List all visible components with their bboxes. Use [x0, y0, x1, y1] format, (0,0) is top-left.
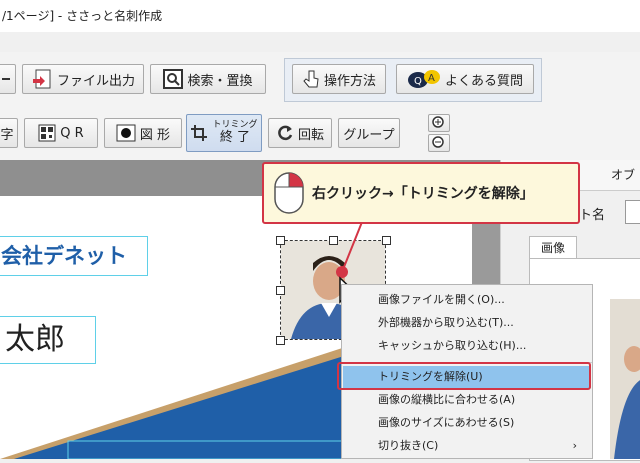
title-bar: /1ページ] - ささっと名刺作成 [0, 0, 640, 32]
trimming-end-text: トリミング 終 了 [212, 120, 257, 145]
rotate-icon [278, 125, 293, 141]
qa-icon: Q A [407, 70, 440, 88]
text-button-label: 字 [0, 127, 14, 143]
faq-button[interactable]: Q A よくある質問 [396, 64, 534, 94]
shape-icon [116, 124, 136, 142]
menu-item-import-device[interactable]: 外部機器から取り込む(T)... [343, 312, 591, 334]
menu-item-label: 画像のサイズにあわせる(S) [378, 416, 515, 429]
person-name-box[interactable]: 太郎 [0, 316, 96, 364]
svg-text:Q: Q [414, 76, 422, 87]
crop-icon [191, 125, 208, 141]
zoom-out-button[interactable] [428, 134, 450, 152]
qr-button[interactable]: Q R [24, 118, 98, 148]
dash-icon [2, 78, 10, 80]
shape-button[interactable]: 図 形 [104, 118, 182, 148]
search-replace-button[interactable]: 検索・置換 [150, 64, 266, 94]
callout-text: 右クリック→「トリミングを解除」 [312, 186, 534, 202]
menu-item-fit-aspect-ratio[interactable]: 画像の縦横比に合わせる(A) [343, 389, 591, 411]
zoom-in-button[interactable] [428, 114, 450, 132]
zoom-in-icon [432, 116, 444, 128]
menu-item-import-cache[interactable]: キャッシュから取り込む(H)... [343, 335, 591, 357]
resize-handle[interactable] [276, 286, 285, 295]
menu-item-label: 画像ファイルを開く(O)... [378, 293, 505, 306]
company-name-box[interactable]: 会社デネット [0, 236, 148, 276]
file-output-button[interactable]: ファイル出力 [22, 64, 144, 94]
text-button-partial[interactable]: 字 [0, 118, 18, 148]
mouse-right-click-icon [274, 172, 304, 214]
menu-item-label: 画像の縦横比に合わせる(A) [378, 393, 516, 406]
search-icon [163, 69, 184, 89]
qr-code-icon [38, 124, 56, 142]
menu-item-open-image[interactable]: 画像ファイルを開く(O)... [343, 289, 591, 311]
menu-item-label: 外部機器から取り込む(T)... [378, 316, 514, 329]
submenu-arrow-icon: › [572, 439, 577, 452]
rotate-button[interactable]: 回転 [268, 118, 332, 148]
shape-label: 図 形 [139, 127, 171, 143]
faq-label: よくある質問 [444, 73, 523, 89]
callout-connector [336, 222, 363, 278]
instruction-callout: 右クリック→「トリミングを解除」 [262, 162, 580, 224]
toolbar-button-partial[interactable] [0, 64, 16, 94]
company-name: 会社デネット [1, 244, 127, 268]
edit-toolbar: 字 Q R 図 形 トリミング 終 了 回転 グループ [0, 104, 640, 161]
highlight-frame [337, 362, 591, 390]
qr-label: Q R [60, 125, 84, 141]
menu-item-cutout[interactable]: 切り抜き(C) › [343, 435, 591, 457]
tab-image[interactable]: 画像 [529, 236, 577, 259]
panel-header-label: オブ [611, 168, 636, 182]
hand-pointer-icon [303, 70, 319, 88]
resize-handle[interactable] [382, 236, 391, 245]
menu-item-label: キャッシュから取り込む(H)... [378, 339, 527, 352]
trimming-line2: 終 了 [219, 129, 251, 145]
menu-item-label: 切り抜き(C) [378, 439, 439, 452]
resize-handle[interactable] [276, 236, 285, 245]
zoom-out-icon [432, 136, 444, 148]
file-export-icon [32, 69, 51, 89]
font-name-label: ト名 [579, 208, 606, 223]
rotate-label: 回転 [297, 127, 324, 143]
group-label: グループ [343, 127, 395, 143]
font-name-input[interactable] [625, 200, 640, 224]
window-title: /1ページ] - ささっと名刺作成 [2, 9, 163, 23]
resize-handle[interactable] [276, 336, 285, 345]
search-replace-label: 検索・置換 [187, 73, 253, 89]
menu-item-fit-image-size[interactable]: 画像のサイズにあわせる(S) [343, 412, 591, 434]
main-toolbar: ファイル出力 検索・置換 操作方法 Q A よくある質問 [0, 52, 640, 104]
file-output-label: ファイル出力 [56, 73, 135, 89]
person-name: 太郎 [5, 322, 65, 357]
how-to-label: 操作方法 [323, 73, 376, 89]
how-to-button[interactable]: 操作方法 [292, 64, 386, 94]
trimming-end-button[interactable]: トリミング 終 了 [186, 114, 262, 152]
group-button[interactable]: グループ [338, 118, 400, 148]
tab-image-label: 画像 [540, 241, 565, 255]
svg-text:A: A [428, 73, 435, 84]
